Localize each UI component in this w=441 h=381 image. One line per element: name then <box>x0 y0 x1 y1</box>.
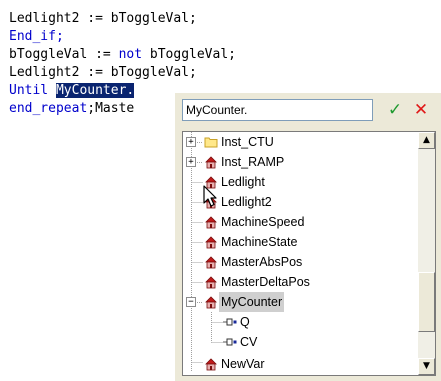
tree-item-label: NewVar <box>221 357 265 371</box>
code-line: Ledlight2 := bToggleVal; <box>9 10 236 28</box>
variable-house-icon <box>205 256 217 269</box>
tree-item-label: MasterDeltaPos <box>221 275 310 289</box>
code-line: bToggleVal := not bToggleVal; <box>9 46 236 64</box>
tree-item[interactable]: MasterAbsPos <box>183 252 420 272</box>
variable-tree[interactable]: + Inst_CTU + Inst_RAMP Ledlight Ledlight… <box>182 131 436 376</box>
expand-toggle[interactable]: + <box>186 137 196 147</box>
code-text: bToggleVal := <box>9 47 119 62</box>
tree-item-label: MyCounter <box>219 292 285 312</box>
check-icon: ✓ <box>387 100 403 120</box>
keyword-not: not <box>118 47 143 62</box>
cancel-button[interactable]: ✕ <box>409 98 433 122</box>
variable-house-icon <box>205 236 217 249</box>
vertical-scrollbar[interactable]: ▲ ▼ <box>418 132 435 375</box>
variable-house-icon <box>205 216 217 229</box>
tree-item-label: Ledlight2 <box>221 195 272 209</box>
scroll-up-button[interactable]: ▲ <box>418 132 435 149</box>
tree-item-label: CV <box>240 335 258 349</box>
tree-item-label: Ledlight <box>221 175 265 189</box>
code-text: ;Maste <box>87 101 135 116</box>
tree-item[interactable]: Q <box>183 312 420 332</box>
tree-item-selected[interactable]: − MyCounter <box>183 292 420 312</box>
scroll-thumb[interactable] <box>418 272 435 332</box>
autocomplete-popup: ✓ ✕ + <box>174 92 441 381</box>
code-text: Ledlight2 := bToggleVal; <box>9 11 197 26</box>
selected-text[interactable]: MyCounter. <box>55 83 135 98</box>
tree-item-label: MasterAbsPos <box>221 255 303 269</box>
tree-item-label: Inst_CTU <box>221 135 274 149</box>
close-icon: ✕ <box>413 100 429 120</box>
keyword-until: Until <box>9 83 56 98</box>
code-text: Ledlight2 := bToggleVal; <box>9 65 197 80</box>
keyword-end-repeat: end_repeat <box>9 101 88 116</box>
arrow-up-icon: ▲ <box>423 135 430 145</box>
output-pin-icon <box>223 338 237 346</box>
tree-item[interactable]: CV <box>183 332 420 352</box>
filter-input[interactable] <box>182 99 373 121</box>
expand-toggle[interactable]: + <box>186 157 196 167</box>
mouse-cursor-icon <box>203 185 217 207</box>
confirm-button[interactable]: ✓ <box>383 98 407 122</box>
tree-item-label: MachineState <box>221 235 298 249</box>
folder-icon <box>204 137 218 148</box>
scroll-down-button[interactable]: ▼ <box>418 358 435 375</box>
tree-item[interactable]: NewVar <box>183 354 420 374</box>
tree-item[interactable]: MachineSpeed <box>183 212 420 232</box>
tree-item-label: Q <box>240 315 250 329</box>
keyword-end-if: End_if; <box>9 29 64 44</box>
code-line: Ledlight2 := bToggleVal; <box>9 64 236 82</box>
code-text: bToggleVal; <box>142 47 236 62</box>
variable-house-icon <box>205 358 217 371</box>
tree-item[interactable]: + Inst_CTU <box>183 132 420 152</box>
code-line: End_if; <box>9 28 236 46</box>
variable-house-icon <box>205 296 217 309</box>
variable-house-icon <box>205 276 217 289</box>
arrow-down-icon: ▼ <box>423 361 430 371</box>
tree-item[interactable]: MasterDeltaPos <box>183 272 420 292</box>
tree-item[interactable]: + Inst_RAMP <box>183 152 420 172</box>
output-pin-icon <box>223 318 237 326</box>
tree-item-label: Inst_RAMP <box>221 155 285 169</box>
collapse-toggle[interactable]: − <box>186 297 196 307</box>
tree-item-label: MachineSpeed <box>221 215 305 229</box>
tree-item[interactable]: MachineState <box>183 232 420 252</box>
variable-house-icon <box>205 156 217 169</box>
